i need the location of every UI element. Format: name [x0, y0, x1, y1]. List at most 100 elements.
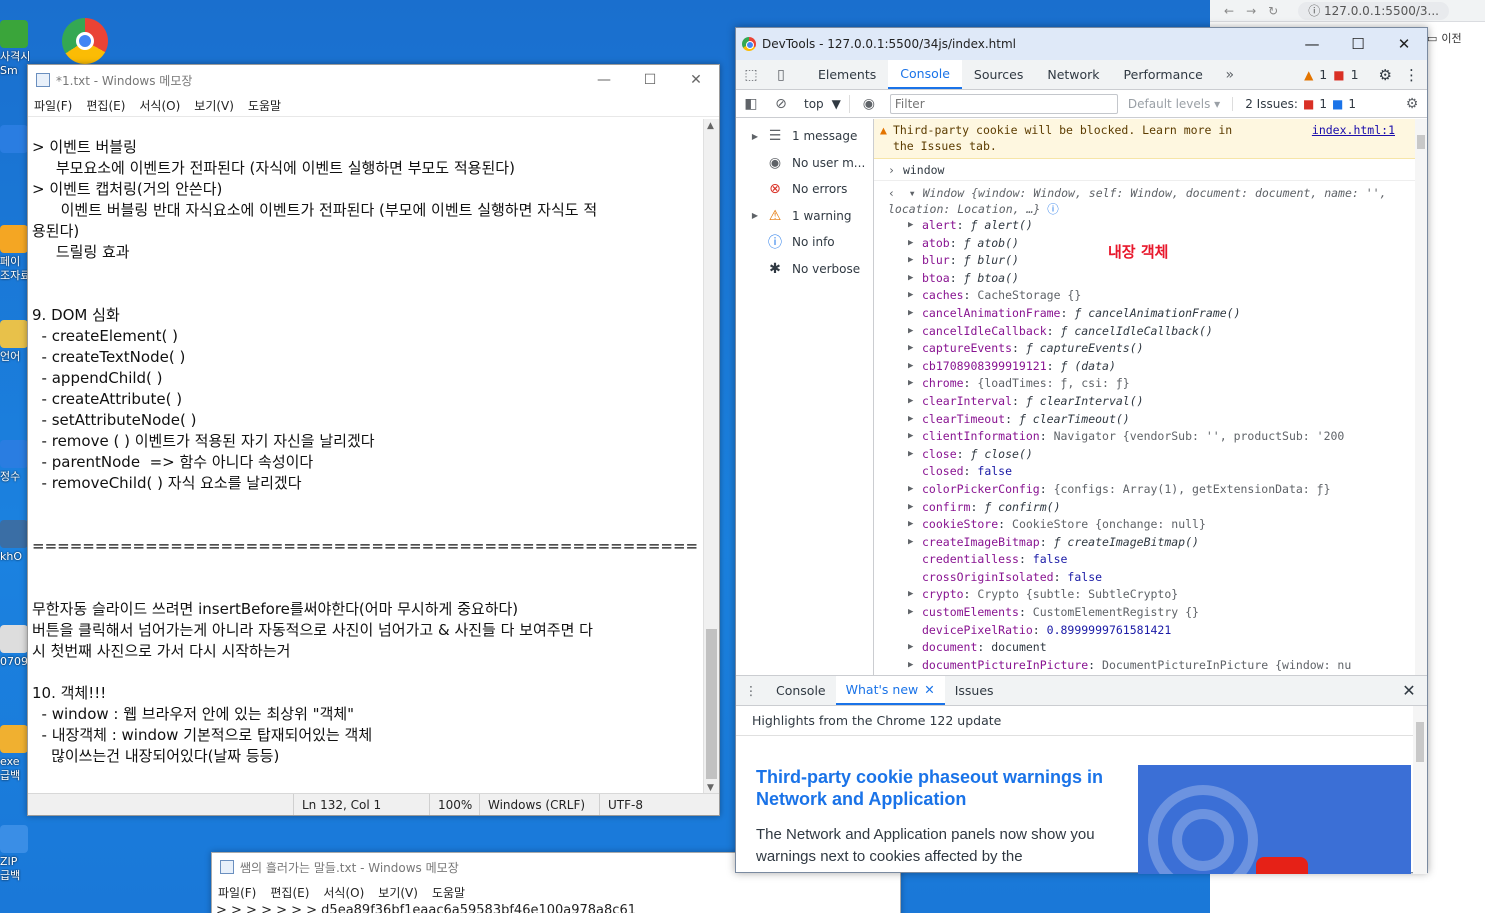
property-row[interactable]: ▶ cb1708908399919121: ƒ (data) [908, 358, 1427, 376]
text-editor[interactable]: > 이벤트 버블링 부모요소에 이벤트가 전파된다 (자식에 이벤트 실행하면 … [28, 119, 704, 795]
property-row[interactable]: ▶ chrome: {loadTimes: ƒ, csi: ƒ} [908, 375, 1427, 393]
expand-arrow-icon[interactable]: ▶ [908, 411, 913, 429]
desktop-icon[interactable]: exe 급백 [0, 725, 30, 783]
browser-side-tab[interactable]: ▭ 이전 [1427, 28, 1485, 48]
vertical-scrollbar[interactable]: ▲ ▼ [703, 119, 719, 795]
inspect-element-icon[interactable]: ⬚ [736, 60, 766, 89]
drawer-tab-console[interactable]: Console [766, 676, 836, 705]
scroll-thumb[interactable] [1416, 722, 1424, 762]
property-row[interactable]: devicePixelRatio: 0.8999999761581421 [922, 622, 1427, 640]
menu-format[interactable]: 서식(O) [323, 884, 364, 901]
drawer-scrollbar[interactable] [1413, 706, 1427, 874]
property-row[interactable]: ▶ cookieStore: CookieStore {onchange: nul… [908, 516, 1427, 534]
desktop-icon[interactable] [0, 125, 30, 155]
property-row[interactable]: ▶ documentPictureInPicture: DocumentPictu… [908, 657, 1427, 675]
property-row[interactable]: ▶ blur: ƒ blur() [908, 252, 1427, 270]
issues-counter[interactable]: 2 Issues: ■ 1 ■ 1 [1232, 96, 1356, 111]
menu-file[interactable]: 파일(F) [218, 884, 256, 901]
expand-arrow-icon[interactable]: ▶ [908, 252, 913, 270]
property-row[interactable]: ▶ captureEvents: ƒ captureEvents() [908, 340, 1427, 358]
minimize-button[interactable]: — [1289, 35, 1335, 53]
tab-network[interactable]: Network [1035, 60, 1111, 89]
expand-arrow-icon[interactable]: ▶ [908, 657, 913, 675]
expand-arrow-icon[interactable]: ▶ [908, 586, 913, 604]
title-bar[interactable]: *1.txt - Windows 메모장 — ☐ ✕ [28, 65, 719, 95]
expand-arrow-icon[interactable]: ▶ [908, 270, 913, 288]
close-tab-icon[interactable]: ✕ [924, 682, 934, 697]
property-row[interactable]: ▶ cancelIdleCallback: ƒ cancelIdleCallbac… [908, 323, 1427, 341]
article-video-thumbnail[interactable] [1138, 765, 1411, 874]
desktop-icon[interactable]: khO [0, 520, 30, 564]
expand-arrow-icon[interactable]: ▶ [908, 323, 913, 341]
desktop-icon[interactable]: 사격시 Sm [0, 20, 30, 78]
more-tabs-icon[interactable]: » [1215, 60, 1245, 89]
sidebar-toggle-icon[interactable]: ◧ [736, 96, 766, 112]
filter-input[interactable] [889, 93, 1118, 114]
expand-arrow-icon[interactable]: ▶ [908, 604, 913, 622]
desktop-icon[interactable]: 0709 [0, 625, 30, 669]
property-row[interactable]: ▶ caches: CacheStorage {} [908, 287, 1427, 305]
scroll-up-icon[interactable]: ▲ [707, 121, 714, 131]
window-object-summary[interactable]: ‹ ▾ Window {window: Window, self: Window… [874, 185, 1427, 217]
expand-arrow-icon[interactable]: ▶ [908, 375, 913, 393]
menu-edit[interactable]: 편집(E) [86, 97, 125, 114]
minimize-button[interactable]: — [581, 72, 627, 88]
property-row[interactable]: ▶ createImageBitmap: ƒ createImageBitmap(… [908, 534, 1427, 552]
drawer-menu-icon[interactable]: ⋮ [736, 676, 766, 705]
property-row[interactable]: ▶ colorPickerConfig: {configs: Array(1), … [908, 481, 1427, 499]
expand-arrow-icon[interactable]: ▶ [908, 393, 913, 411]
sidebar-item[interactable]: ▶ ☰ 1 message [736, 123, 873, 150]
expand-arrow-icon[interactable]: ▶ [908, 235, 913, 253]
sidebar-item[interactable]: ⓘ No info [736, 229, 873, 256]
property-row[interactable]: ▶ close: ƒ close() [908, 446, 1427, 464]
expand-arrow-icon[interactable]: ▶ [908, 287, 913, 305]
expand-arrow-icon[interactable]: ▶ [908, 358, 913, 376]
property-row[interactable]: ▶ clientInformation: Navigator {vendorSub… [908, 428, 1427, 446]
tab-sources[interactable]: Sources [962, 60, 1035, 89]
tab-elements[interactable]: Elements [806, 60, 888, 89]
property-row[interactable]: ▶ clearTimeout: ƒ clearTimeout() [908, 411, 1427, 429]
expand-arrow-icon[interactable]: ▶ [908, 639, 913, 657]
error-icon[interactable]: ■ [1333, 68, 1344, 82]
tab-console[interactable]: Console [888, 60, 962, 89]
expand-arrow-icon[interactable]: ▶ [908, 534, 913, 552]
menu-help[interactable]: 도움말 [248, 97, 281, 114]
desktop-icon[interactable]: 정수 [0, 440, 30, 484]
sidebar-item[interactable]: ◉ No user m... [736, 150, 873, 177]
property-row[interactable]: ▶ atob: ƒ atob() [908, 235, 1427, 253]
property-row[interactable]: ▶ customElements: CustomElementRegistry {… [908, 604, 1427, 622]
cookie-warning-message[interactable]: ▲ Third-party cookie will be blocked. Le… [874, 119, 1427, 159]
forward-icon[interactable]: → [1246, 4, 1256, 18]
chrome-desktop-icon[interactable] [62, 18, 110, 64]
close-drawer-icon[interactable]: ✕ [1391, 676, 1427, 705]
menu-format[interactable]: 서식(O) [139, 97, 180, 114]
sidebar-item[interactable]: ⊗ No errors [736, 176, 873, 203]
address-bar[interactable]: ⓘ 127.0.0.1:5500/3... [1298, 1, 1449, 20]
property-row[interactable]: ▶ document: document [908, 639, 1427, 657]
context-selector[interactable]: top ▼ [796, 94, 850, 113]
source-link[interactable]: index.html:1 [1312, 122, 1421, 155]
devtools-title-bar[interactable]: DevTools - 127.0.0.1:5500/34js/index.htm… [736, 28, 1427, 60]
reload-icon[interactable]: ↻ [1268, 4, 1278, 18]
menu-file[interactable]: 파일(F) [34, 97, 72, 114]
drawer-tab-issues[interactable]: Issues [945, 676, 1004, 705]
live-expression-eye-icon[interactable]: ◉ [854, 96, 884, 112]
sidebar-item[interactable]: ▶ ⚠ 1 warning [736, 203, 873, 230]
property-row[interactable]: ▶ cancelAnimationFrame: ƒ cancelAnimation… [908, 305, 1427, 323]
more-options-icon[interactable]: ⋮ [1404, 66, 1419, 84]
maximize-button[interactable]: ☐ [1335, 35, 1381, 53]
sidebar-item[interactable]: ✱ No verbose [736, 256, 873, 283]
console-scrollbar[interactable] [1415, 119, 1427, 675]
menu-view[interactable]: 보기(V) [194, 97, 234, 114]
default-levels-dropdown[interactable]: Default levels ▾ [1128, 97, 1220, 111]
desktop-icon[interactable]: 페이 조자료 [0, 225, 30, 283]
device-toggle-icon[interactable]: ▯ [766, 60, 796, 89]
article-title[interactable]: Third-party cookie phaseout warnings in … [756, 766, 1126, 810]
menu-help[interactable]: 도움말 [432, 884, 465, 901]
scroll-down-icon[interactable]: ▼ [707, 783, 714, 793]
desktop-icon[interactable]: ZIP 급백 [0, 825, 30, 883]
expand-arrow-icon[interactable]: ▶ [908, 217, 913, 235]
expand-arrow-icon[interactable]: ▶ [908, 481, 913, 499]
property-row[interactable]: ▶ btoa: ƒ btoa() [908, 270, 1427, 288]
scroll-thumb[interactable] [706, 629, 717, 779]
